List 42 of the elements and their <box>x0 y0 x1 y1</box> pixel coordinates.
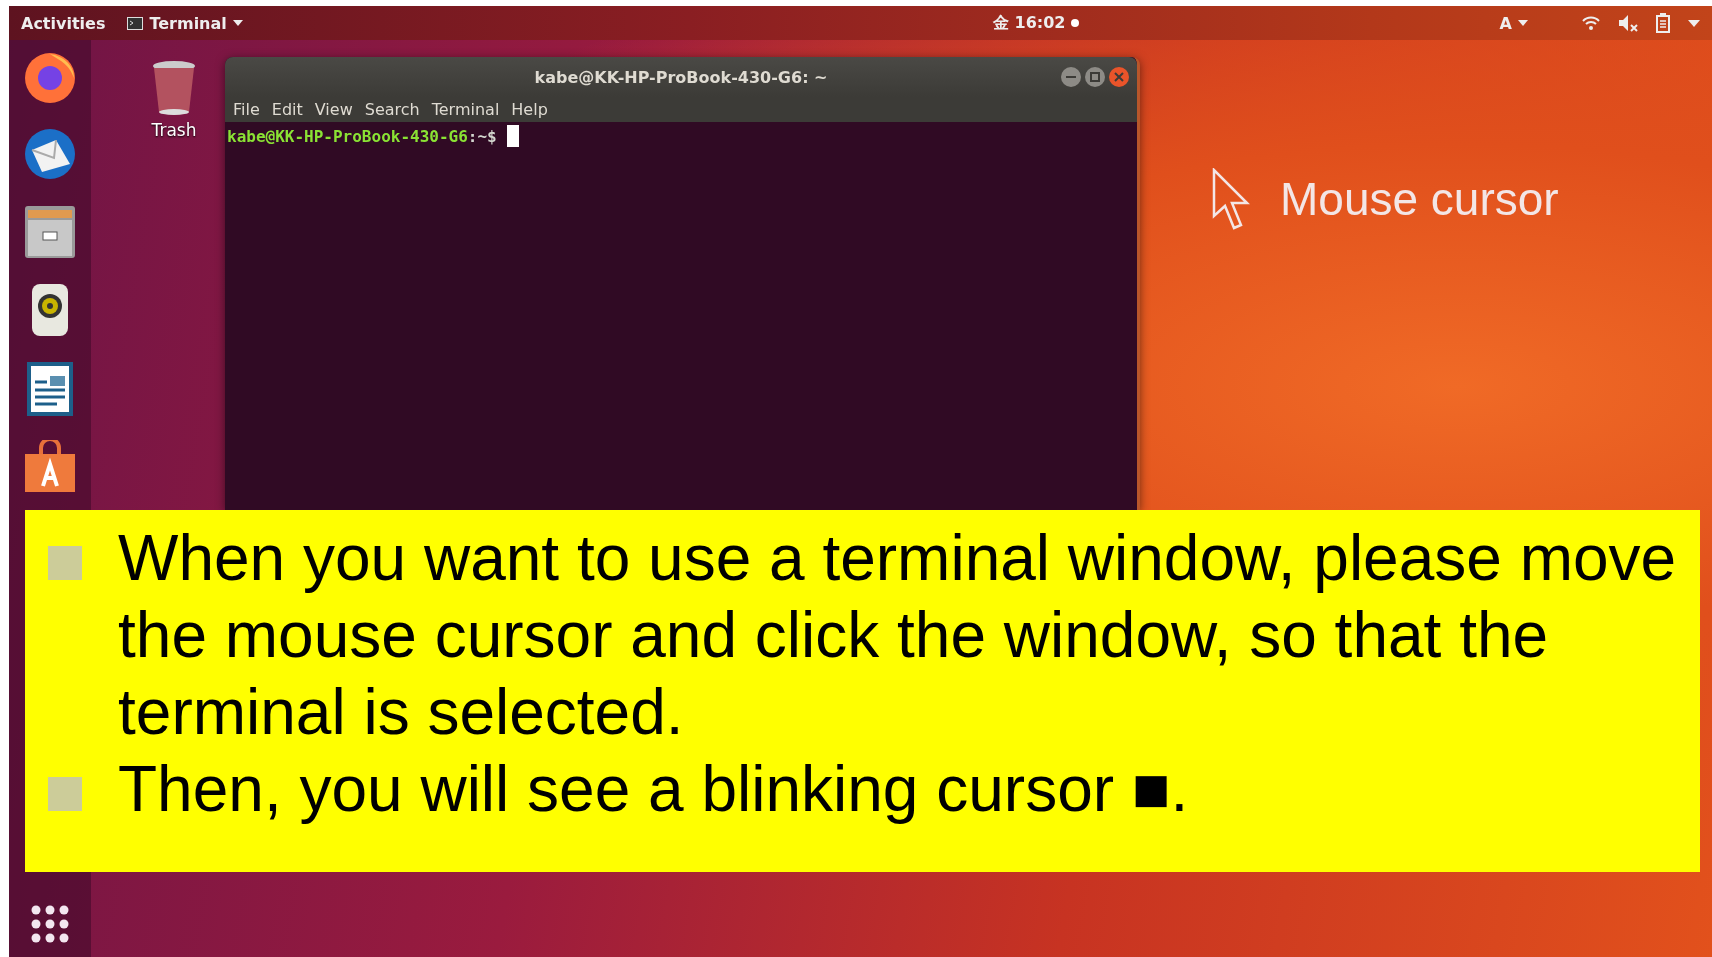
annotation-label: Mouse cursor <box>1280 172 1559 226</box>
bullet-text: When you want to use a terminal window, please move the mouse cursor and click the window, so that the terminal is selected. <box>118 521 1678 750</box>
caret-icon[interactable] <box>1688 19 1700 27</box>
trash-label[interactable]: Trash <box>151 120 197 140</box>
minimize-button[interactable] <box>1061 67 1081 87</box>
battery-icon[interactable] <box>1656 13 1670 33</box>
speaker-muted-icon[interactable] <box>1618 14 1638 32</box>
trash-icon[interactable] <box>151 60 197 116</box>
shopping-bag-icon[interactable] <box>23 440 77 494</box>
mail-client-icon[interactable] <box>22 126 78 182</box>
wifi-icon[interactable] <box>1582 16 1600 30</box>
menu-item[interactable]: Help <box>505 100 554 119</box>
window-title: kabe@KK-HP-ProBook-430-G6: ~ <box>534 67 828 87</box>
activities-button[interactable]: Activities <box>21 13 106 33</box>
bullet-icon <box>48 777 82 811</box>
prompt-user: kabe@KK-HP-ProBook-430-G6 <box>227 126 468 146</box>
clock[interactable]: 金 16:02 <box>992 12 1080 34</box>
prompt-path: :~$ <box>467 126 497 146</box>
terminal-icon <box>127 16 144 30</box>
close-icon <box>1114 72 1124 82</box>
document-icon[interactable] <box>25 360 75 418</box>
menu-item[interactable]: Search <box>358 100 426 119</box>
menu-item[interactable]: View <box>308 100 359 119</box>
menu-item[interactable]: Terminal <box>425 100 506 119</box>
caret-icon <box>232 20 243 26</box>
pointer-icon <box>1212 168 1250 230</box>
text-cursor <box>506 125 519 147</box>
minus-icon <box>1066 76 1076 78</box>
menu-item[interactable]: File <box>227 100 266 119</box>
dot-icon <box>1071 19 1080 27</box>
square-icon <box>1090 72 1100 82</box>
app-grid-icon[interactable] <box>31 905 69 943</box>
input-source-menu[interactable]: A <box>1499 13 1528 33</box>
app-menu[interactable]: Terminal <box>127 13 243 33</box>
terminal-window[interactable]: kabe@KK-HP-ProBook-430-G6: ~ File Edit View Search Terminal Help kabe@KK-HP-ProBook-430-G6:~$ <box>225 57 1140 510</box>
menu-item[interactable]: Edit <box>265 100 309 119</box>
bullet-text: Then, you will see a blinking cursor ■. <box>118 752 1190 827</box>
maximize-button[interactable] <box>1085 67 1105 87</box>
close-button[interactable] <box>1109 67 1129 87</box>
file-cabinet-icon[interactable] <box>23 204 77 260</box>
bullet-icon <box>48 546 82 580</box>
caret-icon <box>1518 20 1528 26</box>
